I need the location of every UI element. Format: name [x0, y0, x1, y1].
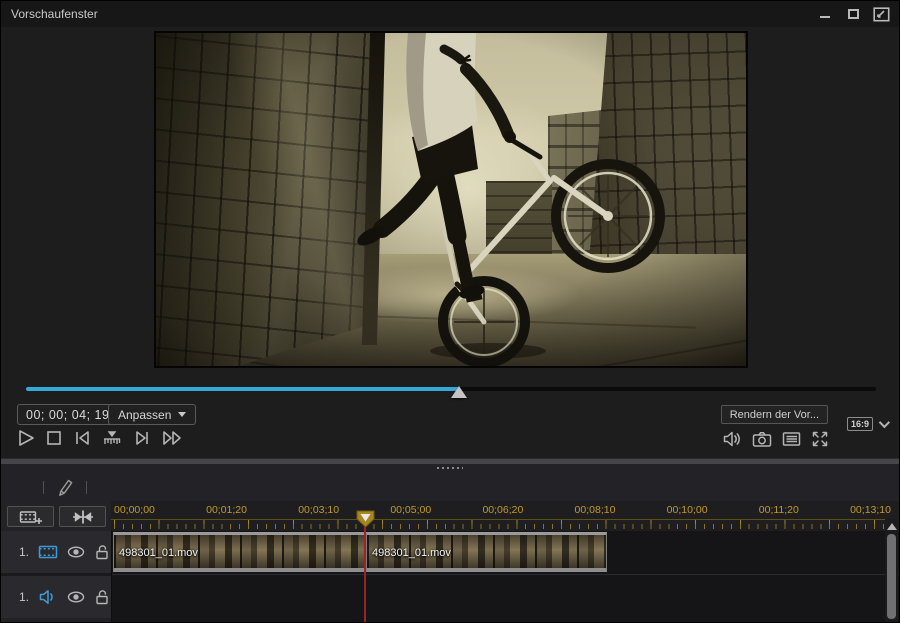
- ruler-label: 00;05;00: [390, 504, 432, 516]
- stop-button[interactable]: [45, 429, 63, 447]
- eye-icon[interactable]: [67, 546, 85, 558]
- previous-frame-button[interactable]: [72, 428, 92, 448]
- video-clip[interactable]: 498301_01.mov: [366, 532, 607, 572]
- window-controls: [815, 5, 891, 23]
- video-clip[interactable]: 498301_01.mov: [113, 532, 365, 572]
- video-track-header[interactable]: 1.: [1, 531, 111, 573]
- divider: [43, 480, 44, 494]
- lane-separator: [112, 574, 899, 575]
- seek-snap-button[interactable]: [101, 428, 123, 448]
- ruler-label: 00;06;20: [482, 504, 524, 516]
- render-preview-button[interactable]: Rendern der Vor...: [720, 405, 828, 424]
- transport-controls: [16, 428, 185, 448]
- fit-dropdown-button[interactable]: Anpassen: [108, 404, 197, 425]
- eye-icon[interactable]: [67, 591, 85, 603]
- track-number: 1.: [19, 590, 30, 604]
- ruler-label: 00;13;10: [850, 504, 891, 516]
- timeline-panel: 00;00;00 00;01;20 00;03;10 00;05;00 00;0…: [1, 464, 899, 622]
- fast-forward-button[interactable]: [161, 428, 185, 448]
- seekbar[interactable]: [26, 383, 876, 399]
- seekbar-handle[interactable]: [450, 386, 467, 398]
- window-title: Vorschaufenster: [11, 7, 98, 21]
- aspect-ratio-value: 16:9: [846, 417, 873, 431]
- lock-open-icon[interactable]: [94, 544, 110, 560]
- scroll-up-icon[interactable]: [887, 523, 897, 530]
- ruler-ticks-minor: [114, 524, 885, 529]
- details-icon: [782, 432, 801, 446]
- titlebar: Vorschaufenster: [1, 1, 899, 27]
- fullscreen-button[interactable]: [811, 430, 829, 448]
- video-preview: [154, 31, 748, 368]
- clip-label: 498301_01.mov: [372, 547, 451, 559]
- ruler-label: 00;03;10: [298, 504, 340, 516]
- ruler-label: 00;11;20: [758, 504, 799, 516]
- maximize-button[interactable]: [843, 5, 863, 23]
- split-clip-button[interactable]: [59, 506, 106, 527]
- video-track-icon: [38, 545, 58, 559]
- clip-label: 498301_01.mov: [119, 547, 198, 559]
- fullscreen-icon: [812, 431, 828, 447]
- details-button[interactable]: [782, 431, 801, 447]
- mute-button[interactable]: [722, 430, 742, 448]
- preview-tools: [722, 430, 829, 448]
- divider: [86, 480, 87, 494]
- audio-track-header[interactable]: 1.: [1, 576, 111, 618]
- timecode-display[interactable]: 00; 00; 04; 19: [17, 404, 119, 425]
- ruler-label: 00;10;00: [666, 504, 708, 516]
- scrollbar-thumb[interactable]: [887, 534, 896, 619]
- track-number: 1.: [19, 545, 30, 559]
- seekbar-fill: [26, 387, 459, 391]
- header-column-separator: [111, 531, 112, 622]
- minimize-icon: [820, 16, 830, 18]
- splitter-grip-icon[interactable]: [437, 467, 463, 469]
- marker-pen-tool[interactable]: [43, 475, 87, 499]
- timeline-scrollbar[interactable]: [885, 519, 898, 622]
- add-track-button[interactable]: [7, 506, 54, 527]
- chevron-down-icon: [878, 416, 891, 429]
- minimize-button[interactable]: [815, 5, 835, 23]
- fast-forward-icon: [163, 431, 181, 445]
- split-clip-icon: [72, 510, 93, 523]
- undock-icon: [872, 6, 890, 22]
- playhead-marker[interactable]: [356, 510, 375, 533]
- next-frame-button[interactable]: [132, 428, 152, 448]
- lock-open-icon[interactable]: [94, 589, 110, 605]
- add-track-icon: [19, 510, 42, 524]
- tracks-area: 1. 1. 498301_01.mov 498301_01.mov: [1, 531, 899, 622]
- playhead-line[interactable]: [364, 526, 366, 622]
- ruler-label: 00;01;20: [206, 504, 247, 516]
- stop-icon: [47, 431, 61, 445]
- ruler-label: 00;08;10: [574, 504, 616, 516]
- ruler-label: 00;00;00: [114, 504, 155, 516]
- previous-frame-icon: [76, 431, 89, 445]
- play-icon: [19, 430, 34, 446]
- marker-pen-icon: [59, 479, 73, 496]
- scene-vignette: [156, 33, 746, 366]
- speaker-icon: [723, 431, 740, 447]
- aspect-ratio-dropdown[interactable]: 16:9: [846, 416, 891, 431]
- play-button[interactable]: [16, 428, 36, 448]
- seek-snap-icon: [104, 431, 121, 444]
- snapshot-camera-icon: [752, 431, 772, 447]
- track-header-column: [1, 618, 111, 622]
- ruler-labels: 00;00;00 00;01;20 00;03;10 00;05;00 00;0…: [114, 504, 891, 518]
- next-frame-icon: [136, 431, 148, 445]
- caret-down-icon: [178, 412, 187, 417]
- snapshot-button[interactable]: [752, 431, 772, 448]
- maximize-icon: [847, 9, 859, 19]
- audio-track-icon: [39, 590, 53, 604]
- undock-button[interactable]: [871, 5, 891, 23]
- preview-window: Vorschaufenster 00; 00; 04; 19 Anpassen …: [0, 0, 900, 623]
- fit-dropdown-label: Anpassen: [118, 407, 172, 422]
